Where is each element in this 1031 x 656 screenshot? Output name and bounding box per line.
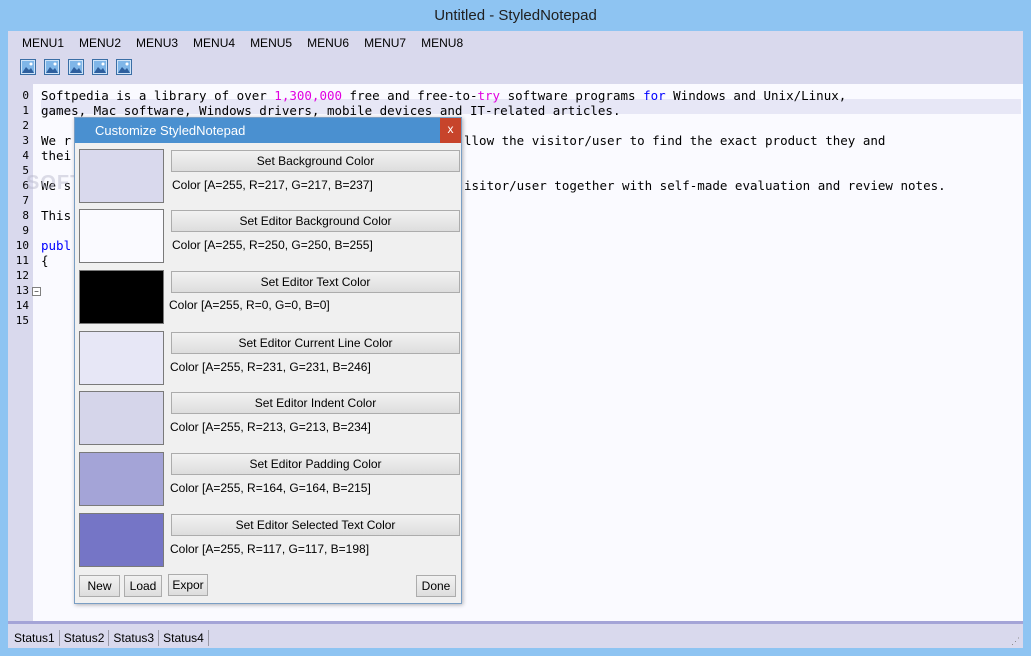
done-button[interactable]: Done <box>416 575 456 597</box>
menu-item-7[interactable]: MENU7 <box>358 31 415 55</box>
code-text: software programs <box>500 88 644 103</box>
code-number: 1,300,000 <box>274 88 343 103</box>
color-value-label: Color [A=255, R=213, G=213, B=234] <box>170 420 371 434</box>
color-value-label: Color [A=255, R=250, G=250, B=255] <box>172 238 373 252</box>
line-number: 0 <box>22 89 29 102</box>
line-number: 10 <box>15 239 29 252</box>
close-button[interactable]: x <box>440 118 461 143</box>
fold-toggle-icon[interactable]: − <box>32 287 41 296</box>
code-text: Softpedia is a library of over <box>41 88 275 103</box>
code-line-3a: We r <box>41 133 72 148</box>
horizontal-scrollbar[interactable] <box>8 621 1023 624</box>
menu-item-2[interactable]: MENU2 <box>73 31 130 55</box>
load-button[interactable]: Load <box>124 575 162 597</box>
status-item-1: Status1 <box>10 629 60 646</box>
code-line-6b: isitor/user together with self-made eval… <box>464 178 946 193</box>
color-swatch-selected-text <box>79 513 164 567</box>
toolbar-button-5[interactable] <box>114 57 134 77</box>
menu-item-8[interactable]: MENU8 <box>415 31 472 55</box>
status-item-4: Status4 <box>159 629 209 646</box>
set-background-color-button[interactable]: Set Background Color <box>171 150 460 172</box>
line-number: 7 <box>22 194 29 207</box>
set-editor-text-color-button[interactable]: Set Editor Text Color <box>171 271 460 293</box>
status-item-3: Status3 <box>109 629 160 646</box>
picture-icon <box>92 59 108 75</box>
set-editor-selected-text-color-button[interactable]: Set Editor Selected Text Color <box>171 514 460 536</box>
resize-grip-icon[interactable]: ⋰ <box>1011 636 1021 646</box>
menu-item-5[interactable]: MENU5 <box>244 31 301 55</box>
line-number-gutter: 0 1 2 3 4 5 6 7 8 9 10 11 12 13 14 15 <box>8 84 33 621</box>
color-value-label: Color [A=255, R=117, G=117, B=198] <box>170 542 370 556</box>
picture-icon <box>116 59 132 75</box>
menu-item-4[interactable]: MENU4 <box>187 31 244 55</box>
new-button[interactable]: New <box>79 575 120 597</box>
code-keyword: try <box>477 88 501 103</box>
line-number: 11 <box>15 254 29 267</box>
toolbar-button-3[interactable] <box>66 57 86 77</box>
dialog-title: Customize StyledNotepad <box>75 118 461 143</box>
code-line-3b: llow the visitor/user to find the exact … <box>464 133 886 148</box>
color-value-label: Color [A=255, R=0, G=0, B=0] <box>169 298 330 312</box>
line-number: 15 <box>15 314 29 327</box>
color-swatch-editor-background <box>79 209 164 263</box>
line-number: 8 <box>22 209 29 222</box>
fold-margin <box>33 84 40 621</box>
toolbar-button-2[interactable] <box>42 57 62 77</box>
set-editor-indent-color-button[interactable]: Set Editor Indent Color <box>171 392 460 414</box>
picture-icon <box>44 59 60 75</box>
code-line-0: Softpedia is a library of over 1,300,000… <box>41 88 846 103</box>
toolbar <box>8 55 1023 79</box>
code-line-10: publ <box>41 238 72 253</box>
picture-icon <box>68 59 84 75</box>
color-value-label: Color [A=255, R=231, G=231, B=246] <box>170 360 371 374</box>
toolbar-button-1[interactable] <box>18 57 38 77</box>
code-text: free and free-to- <box>342 88 478 103</box>
code-line-11: { <box>41 253 49 268</box>
line-number: 3 <box>22 134 29 147</box>
status-bar: Status1 Status2 Status3 Status4 <box>8 627 1023 648</box>
line-number: 14 <box>15 299 29 312</box>
menu-bar: MENU1 MENU2 MENU3 MENU4 MENU5 MENU6 MENU… <box>8 31 1023 55</box>
menu-item-6[interactable]: MENU6 <box>301 31 358 55</box>
set-editor-background-color-button[interactable]: Set Editor Background Color <box>171 210 460 232</box>
code-keyword: for <box>643 88 666 103</box>
color-swatch-current-line <box>79 331 164 385</box>
code-text: Windows and Unix/Linux, <box>665 88 847 103</box>
color-swatch-indent <box>79 391 164 445</box>
window-title: Untitled - StyledNotepad <box>0 0 1031 31</box>
toolbar-button-4[interactable] <box>90 57 110 77</box>
set-editor-padding-color-button[interactable]: Set Editor Padding Color <box>171 453 460 475</box>
color-swatch-padding <box>79 452 164 506</box>
line-number: 4 <box>22 149 29 162</box>
color-swatch-editor-text <box>79 270 164 324</box>
code-line-8: This <box>41 208 72 223</box>
set-editor-current-line-color-button[interactable]: Set Editor Current Line Color <box>171 332 460 354</box>
line-number: 13 <box>15 284 29 297</box>
picture-icon <box>20 59 36 75</box>
color-value-label: Color [A=255, R=164, G=164, B=215] <box>170 481 371 495</box>
code-line-4: thei <box>41 148 72 163</box>
customize-dialog: Customize StyledNotepad x Set Background… <box>74 117 462 604</box>
menu-item-1[interactable]: MENU1 <box>16 31 73 55</box>
export-button[interactable]: Expor <box>168 574 208 596</box>
line-number: 12 <box>15 269 29 282</box>
color-swatch-background <box>79 149 164 203</box>
color-value-label: Color [A=255, R=217, G=217, B=237] <box>172 178 373 192</box>
line-number: 1 <box>22 104 29 117</box>
status-item-2: Status2 <box>60 629 110 646</box>
line-number: 9 <box>22 224 29 237</box>
code-line-1: games, Mac software, Windows drivers, mo… <box>41 103 621 118</box>
line-number: 2 <box>22 119 29 132</box>
menu-item-3[interactable]: MENU3 <box>130 31 187 55</box>
